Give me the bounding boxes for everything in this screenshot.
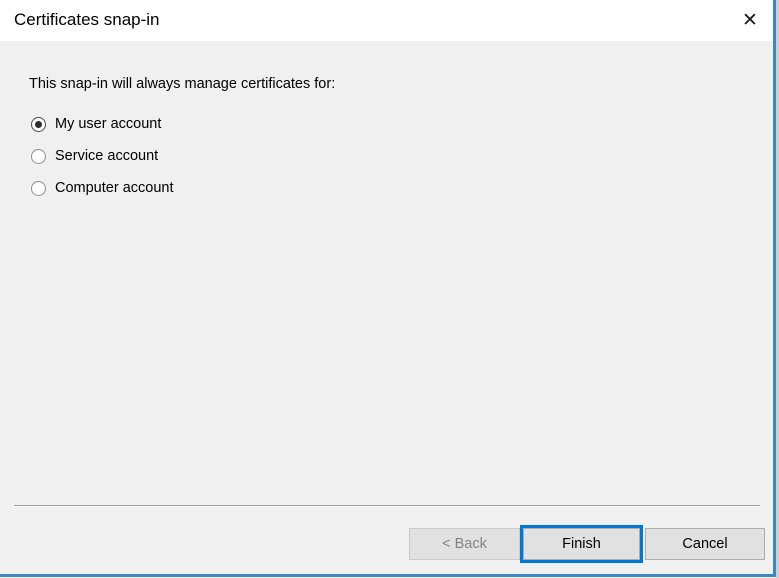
cancel-button[interactable]: Cancel: [645, 528, 765, 560]
close-button[interactable]: ✕: [727, 0, 773, 41]
account-scope-radio-group: My user account Service account Computer…: [31, 108, 451, 204]
footer-separator: [14, 505, 760, 507]
radio-label-computer-account: Computer account: [55, 179, 173, 197]
radio-option-computer-account[interactable]: Computer account: [31, 172, 451, 204]
prompt-label: This snap-in will always manage certific…: [29, 75, 335, 93]
radio-label-service-account: Service account: [55, 147, 158, 165]
finish-button[interactable]: Finish: [523, 528, 640, 560]
back-button[interactable]: < Back: [409, 528, 520, 560]
radio-indicator-icon: [31, 181, 46, 196]
radio-label-my-user-account: My user account: [55, 115, 161, 133]
dialog-body: This snap-in will always manage certific…: [0, 41, 773, 574]
radio-indicator-icon: [31, 149, 46, 164]
window-title: Certificates snap-in: [14, 9, 160, 31]
close-icon: ✕: [742, 11, 758, 30]
certificates-snapin-dialog: Certificates snap-in ✕ This snap-in will…: [0, 0, 776, 577]
radio-option-my-user-account[interactable]: My user account: [31, 108, 451, 140]
title-bar[interactable]: Certificates snap-in ✕: [0, 0, 773, 41]
radio-option-service-account[interactable]: Service account: [31, 140, 451, 172]
radio-indicator-selected-icon: [31, 117, 46, 132]
finish-button-focus-ring: Finish: [520, 525, 643, 563]
